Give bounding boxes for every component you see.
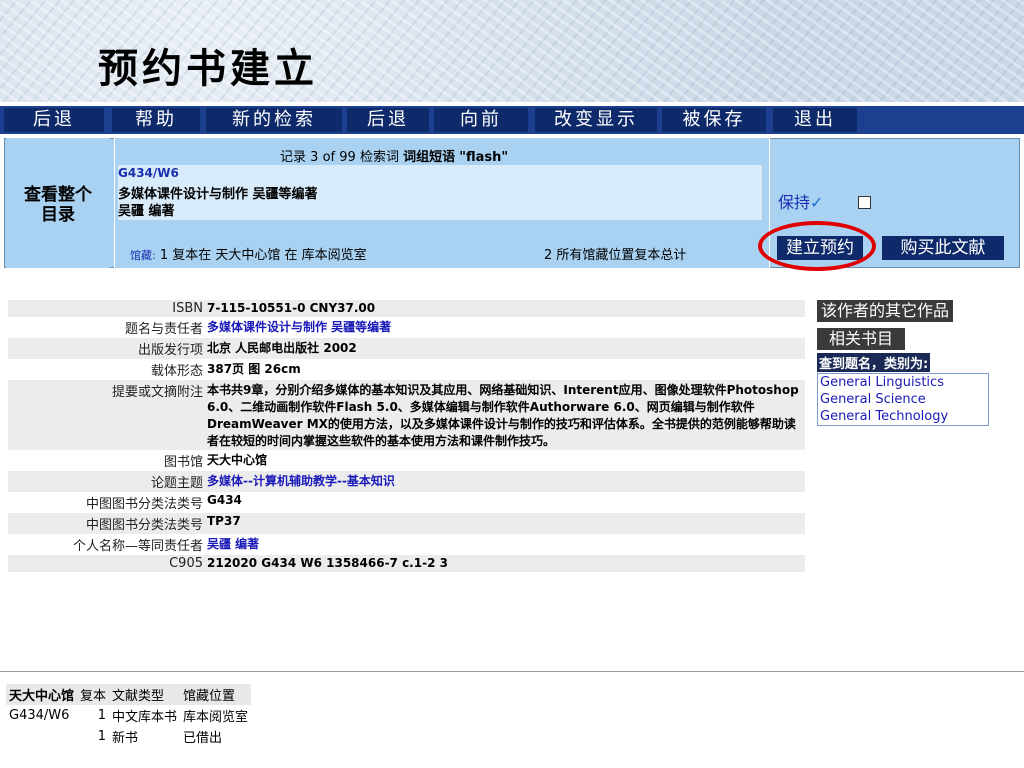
view-full-label-2: 目录 bbox=[41, 205, 75, 225]
nav-back-button[interactable]: 后退 bbox=[4, 108, 104, 132]
detail-row: C905 212020 G434 W6 1358466-7 c.1-2 3 bbox=[8, 555, 805, 572]
detail-value: 7-115-10551-0 CNY37.00 bbox=[205, 300, 805, 317]
record-of: of bbox=[322, 150, 336, 165]
detail-label: 出版发行项 bbox=[8, 338, 205, 359]
holdings-location: 已借出 bbox=[183, 731, 223, 746]
checkmark-icon: ✓ bbox=[810, 193, 824, 212]
holdings-row: 1 新书 已借出 bbox=[6, 726, 251, 747]
nav-new-search-button[interactable]: 新的检索 bbox=[206, 108, 342, 132]
holdings-type: 中文库本书 bbox=[112, 710, 178, 725]
detail-value: 北京 人民邮电出版社 2002 bbox=[205, 338, 805, 359]
holdings-total: 2 所有馆藏位置复本总计 bbox=[544, 248, 687, 263]
nav-forward-button[interactable]: 向前 bbox=[434, 108, 528, 132]
detail-label: 中图图书分类法类号 bbox=[8, 513, 205, 534]
detail-label: C905 bbox=[8, 555, 205, 572]
holdings-table: 天大中心馆 复本 文献类型 馆藏位置 G434/W6 1 中文库本书 库本阅览室… bbox=[6, 684, 252, 747]
detail-table: ISBN 7-115-10551-0 CNY37.00 题名与责任者 多媒体课件设计与… bbox=[8, 300, 805, 572]
detail-row: 提要或文摘附注 本书共9章，分别介绍多媒体的基本知识及其应用、网络基础知识、Int… bbox=[8, 380, 805, 450]
holdings-copies: 1 bbox=[97, 729, 107, 744]
holdings-summary: 馆藏: 1 复本在 天大中心馆 在 库本阅览室 bbox=[130, 244, 367, 263]
nav-change-display-button[interactable]: 改变显示 bbox=[535, 108, 657, 132]
detail-value: 本书共9章，分别介绍多媒体的基本知识及其应用、网络基础知识、Interent应用… bbox=[205, 380, 805, 450]
detail-label: 提要或文摘附注 bbox=[8, 380, 205, 450]
detail-label: 题名与责任者 bbox=[8, 317, 205, 338]
detail-link[interactable]: 多媒体--计算机辅助教学--基本知识 bbox=[205, 471, 805, 492]
detail-row: 中图图书分类法类号 TP37 bbox=[8, 513, 805, 534]
detail-label: 中图图书分类法类号 bbox=[8, 492, 205, 513]
other-works-button[interactable]: 该作者的其它作品 bbox=[817, 300, 954, 322]
holdings-copies: 1 bbox=[97, 708, 107, 723]
detail-label: ISBN bbox=[8, 300, 205, 317]
category-link[interactable]: General Technology bbox=[818, 408, 988, 425]
related-records-button[interactable]: 相关书目 bbox=[817, 328, 906, 350]
detail-value: 天大中心馆 bbox=[205, 450, 805, 471]
holdings-text: 1 复本在 天大中心馆 在 库本阅览室 bbox=[159, 248, 367, 263]
detail-label: 图书馆 bbox=[8, 450, 205, 471]
detail-row: 论题主题 多媒体--计算机辅助教学--基本知识 bbox=[8, 471, 805, 492]
phrase-label: 词组短语 bbox=[403, 150, 456, 165]
nav-back2-button[interactable]: 后退 bbox=[347, 108, 429, 132]
record-counter: 记录 3 of 99 检索词 词组短语 "flash" bbox=[280, 146, 508, 165]
holdings-label[interactable]: 馆藏: bbox=[130, 249, 156, 262]
holdings-callnumber: G434/W6 bbox=[9, 708, 70, 723]
keep-text: 保持 bbox=[778, 193, 811, 212]
detail-row: ISBN 7-115-10551-0 CNY37.00 bbox=[8, 300, 805, 317]
category-link[interactable]: General Science bbox=[818, 391, 988, 408]
detail-value: G434 bbox=[205, 492, 805, 513]
holdings-callnumber bbox=[6, 726, 77, 747]
holdings-header-library: 天大中心馆 bbox=[6, 684, 78, 705]
holdings-row: G434/W6 1 中文库本书 库本阅览室 bbox=[6, 705, 251, 726]
holdings-header-type: 文献类型 bbox=[109, 684, 181, 705]
detail-value: 387页 图 26cm bbox=[205, 359, 805, 380]
detail-row: 载体形态 387页 图 26cm bbox=[8, 359, 805, 380]
page-title: 预约书建立 bbox=[98, 45, 318, 92]
search-query: "flash" bbox=[459, 150, 509, 165]
holdings-type: 新书 bbox=[112, 731, 139, 746]
record-prefix: 记录 bbox=[280, 150, 307, 165]
keep-label: 保持✓ bbox=[778, 189, 823, 213]
buy-button[interactable]: 购买此文献 bbox=[882, 236, 1004, 260]
record-author: 吴疆 编著 bbox=[118, 204, 175, 219]
nav-help-button[interactable]: 帮助 bbox=[112, 108, 200, 132]
call-number: G434/W6 bbox=[118, 166, 179, 180]
detail-row: 中图图书分类法类号 G434 bbox=[8, 492, 805, 513]
detail-row: 题名与责任者 多媒体课件设计与制作 吴疆等编著 bbox=[8, 317, 805, 338]
nav-exit-button[interactable]: 退出 bbox=[773, 108, 857, 132]
holdings-header-location: 馆藏位置 bbox=[180, 684, 252, 705]
category-link[interactable]: General Linguistics bbox=[818, 374, 988, 391]
record-index: 3 bbox=[310, 150, 319, 165]
detail-link[interactable]: 吴疆 编著 bbox=[205, 534, 805, 555]
detail-row: 个人名称—等同责任者 吴疆 编著 bbox=[8, 534, 805, 555]
divider bbox=[0, 671, 1024, 672]
detail-row: 图书馆 天大中心馆 bbox=[8, 450, 805, 471]
detail-row: 出版发行项 北京 人民邮电出版社 2002 bbox=[8, 338, 805, 359]
detail-label: 载体形态 bbox=[8, 359, 205, 380]
record-total: 99 bbox=[339, 150, 356, 165]
nav-saved-button[interactable]: 被保存 bbox=[662, 108, 766, 132]
view-full-catalog-link[interactable]: 查看整个 目录 bbox=[6, 138, 110, 268]
detail-link[interactable]: 多媒体课件设计与制作 吴疆等编著 bbox=[205, 317, 805, 338]
category-heading: 查到题名，类别为: bbox=[817, 353, 931, 372]
detail-label: 个人名称—等同责任者 bbox=[8, 534, 205, 555]
detail-value: 212020 G434 W6 1358466-7 c.1-2 3 bbox=[205, 555, 805, 572]
category-list: General Linguistics General Science Gene… bbox=[817, 373, 989, 426]
highlight-circle bbox=[758, 221, 876, 271]
keep-checkbox[interactable] bbox=[858, 196, 871, 209]
detail-label: 论题主题 bbox=[8, 471, 205, 492]
detail-value: TP37 bbox=[205, 513, 805, 534]
holdings-location: 库本阅览室 bbox=[183, 710, 249, 725]
search-word-label: 检索词 bbox=[359, 150, 399, 165]
holdings-header-copies: 复本 bbox=[77, 684, 110, 705]
